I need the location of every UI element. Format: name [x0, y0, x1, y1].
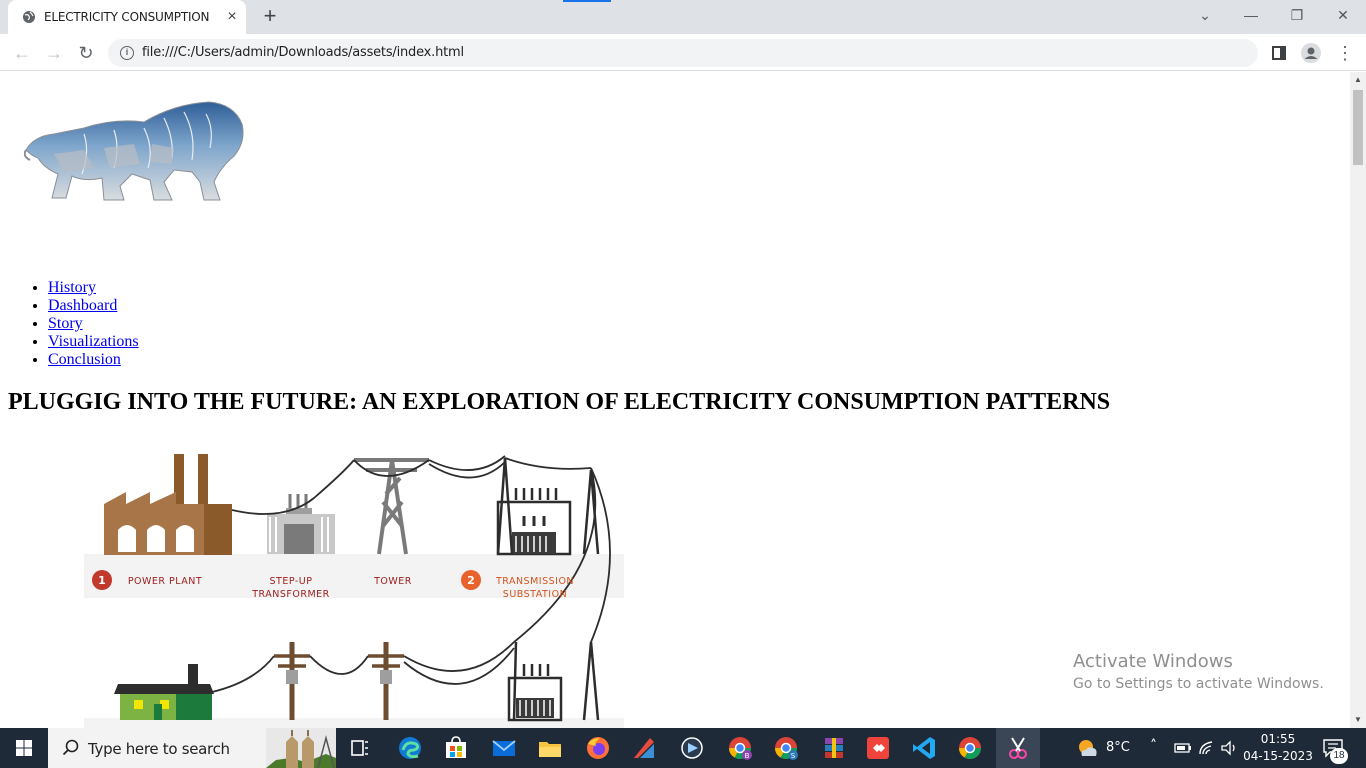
nav-link-conclusion[interactable]: Conclusion: [48, 351, 121, 368]
address-bar[interactable]: i file:///C:/Users/admin/Downloads/asset…: [108, 39, 1258, 67]
label-step-up-2: TRANSFORMER: [251, 589, 330, 600]
edge-icon[interactable]: [396, 734, 424, 762]
scrollbar-thumb[interactable]: [1353, 90, 1363, 165]
tab-search-icon[interactable]: ⌄: [1182, 0, 1228, 30]
utility-poles-icon: [274, 642, 404, 720]
tab-search-indicator: [563, 0, 611, 2]
minimize-button[interactable]: —: [1228, 0, 1274, 30]
chrome-profile-b-icon[interactable]: B: [726, 734, 754, 762]
notification-count-badge: 18: [1330, 748, 1348, 764]
main-nav: History Dashboard Story Visualizations C…: [48, 279, 139, 369]
info-icon[interactable]: i: [120, 46, 134, 60]
label-tower: TOWER: [373, 576, 412, 587]
search-highlight-image: [266, 728, 336, 768]
forward-button[interactable]: →: [42, 41, 66, 65]
browser-tab[interactable]: ELECTRICITY CONSUMPTION ×: [8, 0, 246, 34]
taskbar-search-box[interactable]: Type here to search: [48, 728, 336, 768]
activate-windows-watermark: Activate Windows Go to Settings to activ…: [1073, 651, 1324, 692]
nav-link-history[interactable]: History: [48, 279, 96, 296]
activate-title: Activate Windows: [1073, 651, 1233, 672]
back-button[interactable]: ←: [10, 41, 34, 65]
active-app-highlight[interactable]: [996, 728, 1040, 768]
label-transmission-1: TRANSMISSION: [495, 576, 574, 587]
step-1-number: 1: [98, 574, 106, 587]
wifi-icon[interactable]: [1198, 740, 1216, 756]
svg-text:S: S: [791, 752, 796, 760]
nav-item-story: Story: [48, 315, 139, 333]
page-viewport: History Dashboard Story Visualizations C…: [0, 72, 1350, 728]
windows-taskbar: Type here to search B S 8°C ˄ 01:55 04-1…: [0, 728, 1366, 768]
scroll-down-arrow-icon[interactable]: ▼: [1350, 712, 1366, 728]
url-text: file:///C:/Users/admin/Downloads/assets/…: [142, 45, 464, 60]
power-plant-icon: [104, 454, 232, 555]
chrome-profile-s-icon[interactable]: S: [772, 734, 800, 762]
clock-date: 04-15-2023: [1243, 749, 1313, 763]
volume-icon[interactable]: [1220, 740, 1238, 756]
microsoft-store-icon[interactable]: [442, 734, 470, 762]
snipping-tool-icon: [1009, 737, 1027, 759]
restore-button[interactable]: ❐: [1274, 0, 1320, 30]
step-2-number: 2: [467, 574, 475, 587]
substation-icon: [496, 457, 600, 556]
weather-icon[interactable]: [1074, 736, 1100, 760]
battery-icon[interactable]: [1174, 741, 1192, 755]
search-placeholder: Type here to search: [88, 740, 230, 758]
page-title: PLUGGIG INTO THE FUTURE: AN EXPLORATION …: [8, 389, 1111, 415]
page-scrollbar[interactable]: ▲ ▼: [1350, 72, 1366, 728]
svg-text:B: B: [745, 752, 750, 760]
tray-overflow-chevron-icon[interactable]: ˄: [1150, 738, 1157, 768]
new-tab-button[interactable]: +: [258, 5, 282, 29]
media-app-icon[interactable]: [678, 734, 706, 762]
close-window-button[interactable]: ✕: [1320, 0, 1366, 30]
mail-icon[interactable]: [490, 734, 518, 762]
distribution-lines: [211, 641, 515, 693]
tab-title: ELECTRICITY CONSUMPTION: [44, 10, 210, 24]
winrar-icon[interactable]: [820, 734, 848, 762]
label-step-up-1: STEP-UP: [270, 576, 313, 587]
nav-item-conclusion: Conclusion: [48, 351, 139, 369]
profile-avatar-icon[interactable]: [1300, 42, 1322, 64]
activate-subtitle: Go to Settings to activate Windows.: [1073, 676, 1324, 692]
search-icon: [62, 739, 79, 756]
label-transmission-2: SUBSTATION: [503, 589, 567, 600]
browser-toolbar: ← → ↻ i file:///C:/Users/admin/Downloads…: [0, 34, 1366, 71]
system-clock[interactable]: 01:55 04-15-2023: [1242, 731, 1314, 765]
chrome-icon[interactable]: [956, 734, 984, 762]
firefox-icon[interactable]: [584, 734, 612, 762]
lion-logo: [24, 101, 244, 201]
clock-time: 01:55: [1260, 732, 1296, 746]
windows-start-icon[interactable]: [0, 728, 48, 768]
scroll-up-arrow-icon[interactable]: ▲: [1350, 72, 1366, 88]
distribution-substation-icon: [507, 641, 600, 722]
nav-item-dashboard: Dashboard: [48, 297, 139, 315]
power-grid-diagram: 1 POWER PLANT STEP-UP TRANSFORMER TOWER …: [84, 454, 624, 728]
tableau-style-app-icon[interactable]: [630, 734, 658, 762]
reload-button[interactable]: ↻: [74, 41, 98, 65]
transformer-icon: [267, 494, 335, 554]
house-icon: [114, 664, 214, 720]
side-panel-icon[interactable]: [1268, 42, 1290, 64]
nav-link-story[interactable]: Story: [48, 315, 83, 332]
globe-icon: [23, 11, 35, 23]
task-view-icon[interactable]: [346, 734, 374, 762]
close-tab-icon[interactable]: ×: [224, 9, 240, 25]
browser-tab-strip: ELECTRICITY CONSUMPTION × + ⌄ — ❐ ✕: [0, 0, 1366, 34]
vscode-icon[interactable]: [910, 734, 938, 762]
anydesk-icon[interactable]: [864, 734, 892, 762]
nav-item-visualizations: Visualizations: [48, 333, 139, 351]
weather-temp: 8°C: [1106, 740, 1130, 755]
more-menu-icon[interactable]: ⋮: [1333, 41, 1357, 65]
nav-link-dashboard[interactable]: Dashboard: [48, 297, 117, 314]
tower-icon: [354, 458, 429, 555]
nav-item-history: History: [48, 279, 139, 297]
file-explorer-icon[interactable]: [536, 734, 564, 762]
nav-link-visualizations[interactable]: Visualizations: [48, 333, 139, 350]
label-power-plant: POWER PLANT: [128, 576, 202, 587]
